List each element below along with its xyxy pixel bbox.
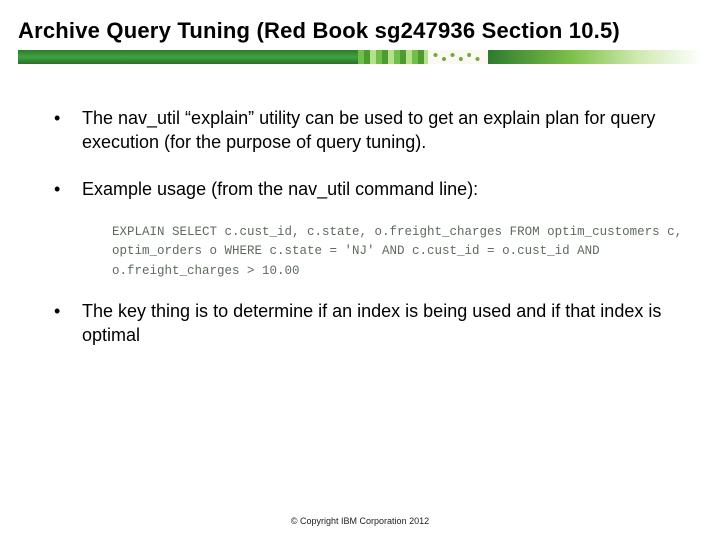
list-item: Example usage (from the nav_util command… bbox=[48, 177, 690, 201]
divider-segment bbox=[358, 50, 428, 64]
bullet-text: Example usage (from the nav_util command… bbox=[82, 179, 478, 199]
bullet-text: The key thing is to determine if an inde… bbox=[82, 301, 661, 345]
divider-segment bbox=[18, 50, 358, 64]
code-line: EXPLAIN SELECT c.cust_id, c.state, o.fre… bbox=[112, 225, 682, 239]
divider-bar bbox=[18, 50, 702, 64]
code-line: optim_orders o WHERE c.state = 'NJ' AND … bbox=[112, 244, 600, 258]
divider-segment bbox=[488, 50, 702, 64]
slide: Archive Query Tuning (Red Book sg247936 … bbox=[0, 0, 720, 540]
bullet-list: The nav_util “explain” utility can be us… bbox=[48, 106, 690, 201]
slide-title: Archive Query Tuning (Red Book sg247936 … bbox=[18, 18, 702, 44]
list-item: The key thing is to determine if an inde… bbox=[48, 299, 690, 348]
code-line: o.freight_charges > 10.00 bbox=[112, 264, 300, 278]
code-block: EXPLAIN SELECT c.cust_id, c.state, o.fre… bbox=[112, 223, 690, 281]
list-item: The nav_util “explain” utility can be us… bbox=[48, 106, 690, 155]
bullet-text: The nav_util “explain” utility can be us… bbox=[82, 108, 655, 152]
content-area: The nav_util “explain” utility can be us… bbox=[18, 106, 702, 348]
bullet-list: The key thing is to determine if an inde… bbox=[48, 299, 690, 348]
copyright-footer: © Copyright IBM Corporation 2012 bbox=[0, 516, 720, 526]
divider-segment bbox=[428, 50, 488, 64]
